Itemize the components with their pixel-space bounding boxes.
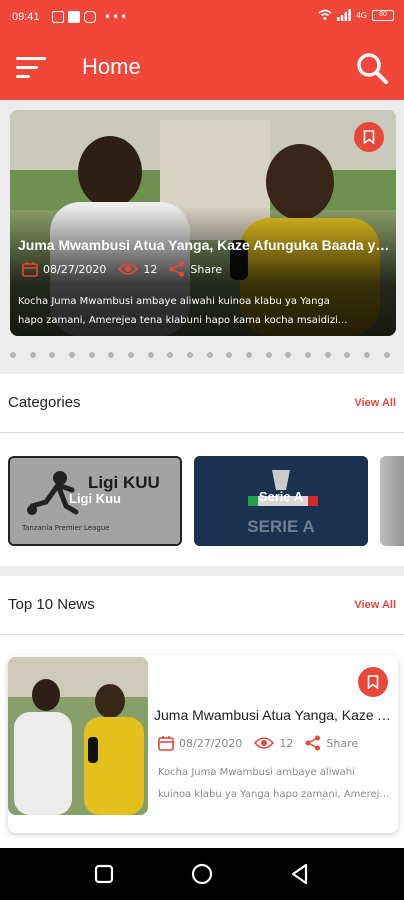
news-description: Kocha Juma Mwambusi ambaye aliwahi kuino… xyxy=(158,762,394,806)
top-news-header: Top 10 News View All xyxy=(0,576,404,634)
news-thumbnail xyxy=(8,657,148,815)
status-bar: 09:41 ••• 4G 80 xyxy=(0,0,404,36)
category-label: Serie A xyxy=(258,489,304,504)
pager-dot[interactable] xyxy=(364,352,371,358)
news-card[interactable]: Juma Mwambusi Atua Yanga, Kaze Afunguka … xyxy=(8,655,398,833)
news-photo xyxy=(8,657,148,815)
category-card-serie-a[interactable]: SERIE A Serie A xyxy=(194,456,368,546)
system-navigation-bar xyxy=(0,848,404,900)
featured-description-line2: hapo zamani, Amerejea tena klabuni hapo … xyxy=(18,315,348,326)
pager-dot[interactable] xyxy=(324,352,331,358)
pager-dot[interactable] xyxy=(265,352,272,358)
serie-a-logo-text: SERIE A xyxy=(247,517,314,536)
featured-news-card[interactable]: Juma Mwambusi Atua Yanga, Kaze Afunguka … xyxy=(10,110,396,336)
pager-dot[interactable] xyxy=(167,352,174,358)
eye-icon xyxy=(118,263,139,275)
calendar-icon xyxy=(158,736,174,751)
featured-meta: 08/27/2020 12 Share xyxy=(22,261,234,277)
share-button[interactable]: Share xyxy=(169,261,222,277)
network-type: 4G xyxy=(356,10,367,20)
pager-dot[interactable] xyxy=(49,352,56,358)
share-icon xyxy=(305,735,321,751)
category-label: Ligi Kuu xyxy=(69,491,121,506)
top-news-title: Top 10 News xyxy=(8,596,95,613)
share-icon xyxy=(169,261,185,277)
share-button[interactable]: Share xyxy=(305,735,358,751)
pager-dot[interactable] xyxy=(69,352,76,358)
email-icon xyxy=(52,11,64,23)
category-card-ligi-kuu[interactable]: Ligi KUU Tanzania Premier League Ligi Ku… xyxy=(8,456,182,546)
signal-icon xyxy=(337,9,352,21)
news-headline[interactable]: Juma Mwambusi Atua Yanga, Kaze Afunguka … xyxy=(154,707,392,723)
home-icon[interactable] xyxy=(190,862,214,886)
ligi-kuu-logo-subtext: Tanzania Premier League xyxy=(21,524,110,532)
search-icon[interactable] xyxy=(354,50,390,86)
ligi-kuu-logo-text: Ligi KUU xyxy=(88,473,160,492)
divider xyxy=(0,432,404,433)
bookmark-icon xyxy=(363,130,375,144)
recent-apps-icon[interactable] xyxy=(92,862,116,886)
bookmark-icon xyxy=(367,675,379,689)
pager-dot[interactable] xyxy=(305,352,312,358)
battery-level: 80 xyxy=(379,10,387,18)
facebook-icon xyxy=(68,11,80,23)
divider xyxy=(0,634,404,635)
featured-date: 08/27/2020 xyxy=(43,262,107,276)
pager-dot[interactable] xyxy=(29,352,36,358)
carousel-pager[interactable] xyxy=(10,352,390,358)
pager-dot[interactable] xyxy=(206,352,213,358)
pager-dot[interactable] xyxy=(187,352,194,358)
more-notifications-icon: ••• xyxy=(104,10,129,24)
pager-dot[interactable] xyxy=(383,352,390,358)
bookmark-button[interactable] xyxy=(358,667,388,697)
news-date: 08/27/2020 xyxy=(179,736,243,750)
pager-dot[interactable] xyxy=(10,352,16,358)
pager-dot[interactable] xyxy=(344,352,351,358)
share-label: Share xyxy=(190,262,223,276)
pager-dot[interactable] xyxy=(147,352,154,358)
app-bar: Home xyxy=(0,36,404,100)
categories-view-all-link[interactable]: View All xyxy=(354,397,396,409)
news-description-line2: kuinoa klabu ya Yanga hapo zamani, Amere… xyxy=(158,789,394,800)
pager-dot[interactable] xyxy=(108,352,115,358)
top-news-view-all-link[interactable]: View All xyxy=(354,599,396,611)
pager-dot[interactable] xyxy=(88,352,95,358)
status-time: 09:41 xyxy=(12,11,40,23)
pager-dot[interactable] xyxy=(285,352,292,358)
system-icons: 4G 80 xyxy=(318,9,394,21)
pager-dot[interactable] xyxy=(226,352,233,358)
share-label: Share xyxy=(326,736,359,750)
featured-description-line1: Kocha Juma Mwambusi ambaye aliwahi kuino… xyxy=(18,296,330,307)
news-meta: 08/27/2020 12 Share xyxy=(158,735,370,751)
notification-icons: ••• xyxy=(52,10,128,24)
pager-dot[interactable] xyxy=(128,352,135,358)
categories-title: Categories xyxy=(8,394,81,411)
featured-description: Kocha Juma Mwambusi ambaye aliwahi kuino… xyxy=(18,292,392,330)
wifi-icon xyxy=(318,9,332,20)
bookmark-button[interactable] xyxy=(354,122,384,152)
news-views: 12 xyxy=(279,736,294,750)
eye-icon xyxy=(254,737,275,749)
calendar-icon xyxy=(22,262,38,277)
featured-headline[interactable]: Juma Mwambusi Atua Yanga, Kaze Afunguka … xyxy=(18,237,390,253)
battery-icon: 80 xyxy=(372,9,394,21)
news-description-line1: Kocha Juma Mwambusi ambaye aliwahi xyxy=(158,767,355,778)
menu-icon[interactable] xyxy=(16,56,46,82)
instagram-icon xyxy=(84,11,96,23)
featured-views: 12 xyxy=(143,262,158,276)
categories-header: Categories View All xyxy=(0,374,404,432)
back-icon[interactable] xyxy=(288,862,312,886)
pager-dot[interactable] xyxy=(246,352,253,358)
category-card-partial[interactable] xyxy=(380,456,404,546)
page-title: Home xyxy=(82,54,141,79)
